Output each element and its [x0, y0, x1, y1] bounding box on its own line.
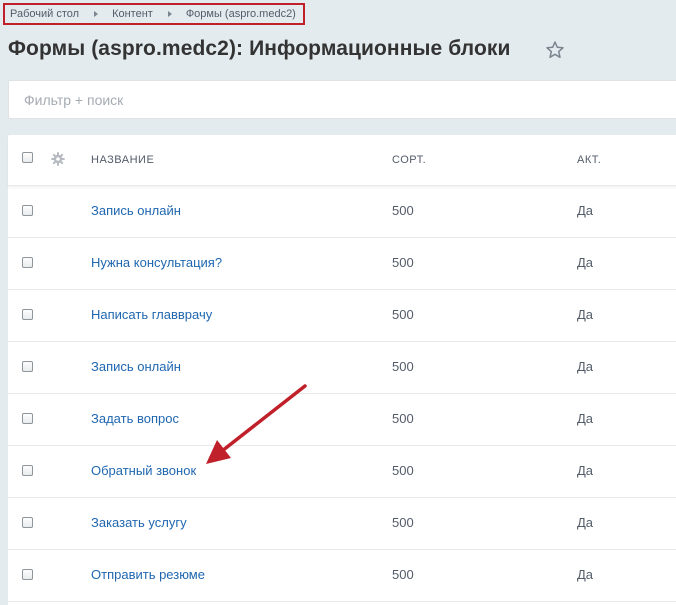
row-checkbox[interactable] — [22, 361, 33, 372]
row-sort-value: 500 — [392, 255, 414, 270]
breadcrumb-separator-icon — [167, 11, 172, 17]
breadcrumb-item-content[interactable]: Контент — [112, 8, 153, 20]
row-sort-value: 500 — [392, 411, 414, 426]
row-active-value: Да — [577, 359, 594, 374]
row-sort-value: 500 — [392, 567, 414, 582]
row-active-value: Да — [577, 307, 594, 322]
breadcrumb-separator-icon — [94, 11, 99, 17]
row-active-value: Да — [577, 411, 594, 426]
row-sort-value: 500 — [392, 463, 414, 478]
column-header-name[interactable]: НАЗВАНИЕ — [91, 154, 154, 166]
table-row[interactable]: Нужна консультация? 500 Да — [8, 237, 676, 290]
row-checkbox[interactable] — [22, 569, 33, 580]
breadcrumb-item-desktop[interactable]: Рабочий стол — [10, 8, 79, 20]
table-row[interactable]: Написать главврачу 500 Да — [8, 289, 676, 342]
row-sort-value: 500 — [392, 515, 414, 530]
table-row[interactable]: Заказать услугу 500 Да — [8, 497, 676, 550]
row-name-link[interactable]: Заказать услугу — [91, 515, 187, 530]
table-row[interactable]: Задать вопрос 500 Да — [8, 393, 676, 446]
iblock-grid: НАЗВАНИЕ СОРТ. АКТ. Запись онлайн 500 Да… — [8, 135, 676, 605]
row-name-link[interactable]: Написать главврачу — [91, 307, 212, 322]
filter-search-input[interactable] — [9, 81, 624, 118]
grid-header: НАЗВАНИЕ СОРТ. АКТ. — [8, 135, 676, 186]
row-active-value: Да — [577, 255, 594, 270]
table-row[interactable]: Обратный звонок 500 Да — [8, 445, 676, 498]
breadcrumb-item-forms[interactable]: Формы (aspro.medc2) — [186, 8, 296, 20]
row-active-value: Да — [577, 515, 594, 530]
row-active-value: Да — [577, 463, 594, 478]
star-icon[interactable] — [545, 40, 565, 60]
select-all-checkbox[interactable] — [22, 152, 33, 163]
row-checkbox[interactable] — [22, 309, 33, 320]
row-checkbox[interactable] — [22, 517, 33, 528]
row-name-link[interactable]: Запись онлайн — [91, 203, 181, 218]
row-checkbox[interactable] — [22, 257, 33, 268]
row-name-link[interactable]: Отправить резюме — [91, 567, 205, 582]
row-active-value: Да — [577, 203, 594, 218]
table-row[interactable]: Запись онлайн 500 Да — [8, 185, 676, 238]
row-sort-value: 500 — [392, 359, 414, 374]
column-header-active[interactable]: АКТ. — [577, 154, 601, 166]
filter-search-bar[interactable] — [8, 80, 676, 119]
table-row[interactable]: Отправить резюме 500 Да — [8, 549, 676, 602]
row-checkbox[interactable] — [22, 205, 33, 216]
column-header-sort[interactable]: СОРТ. — [392, 154, 426, 166]
row-sort-value: 500 — [392, 203, 414, 218]
row-checkbox[interactable] — [22, 465, 33, 476]
gear-icon[interactable] — [51, 152, 65, 166]
row-name-link[interactable]: Нужна консультация? — [91, 255, 222, 270]
row-checkbox[interactable] — [22, 413, 33, 424]
breadcrumb: Рабочий стол Контент Формы (aspro.medc2) — [3, 3, 305, 25]
page-title: Формы (aspro.medc2): Информационные блок… — [8, 37, 511, 60]
row-active-value: Да — [577, 567, 594, 582]
row-name-link[interactable]: Задать вопрос — [91, 411, 179, 426]
row-name-link[interactable]: Запись онлайн — [91, 359, 181, 374]
row-name-link[interactable]: Обратный звонок — [91, 463, 196, 478]
row-sort-value: 500 — [392, 307, 414, 322]
table-row[interactable]: Запись онлайн 500 Да — [8, 341, 676, 394]
